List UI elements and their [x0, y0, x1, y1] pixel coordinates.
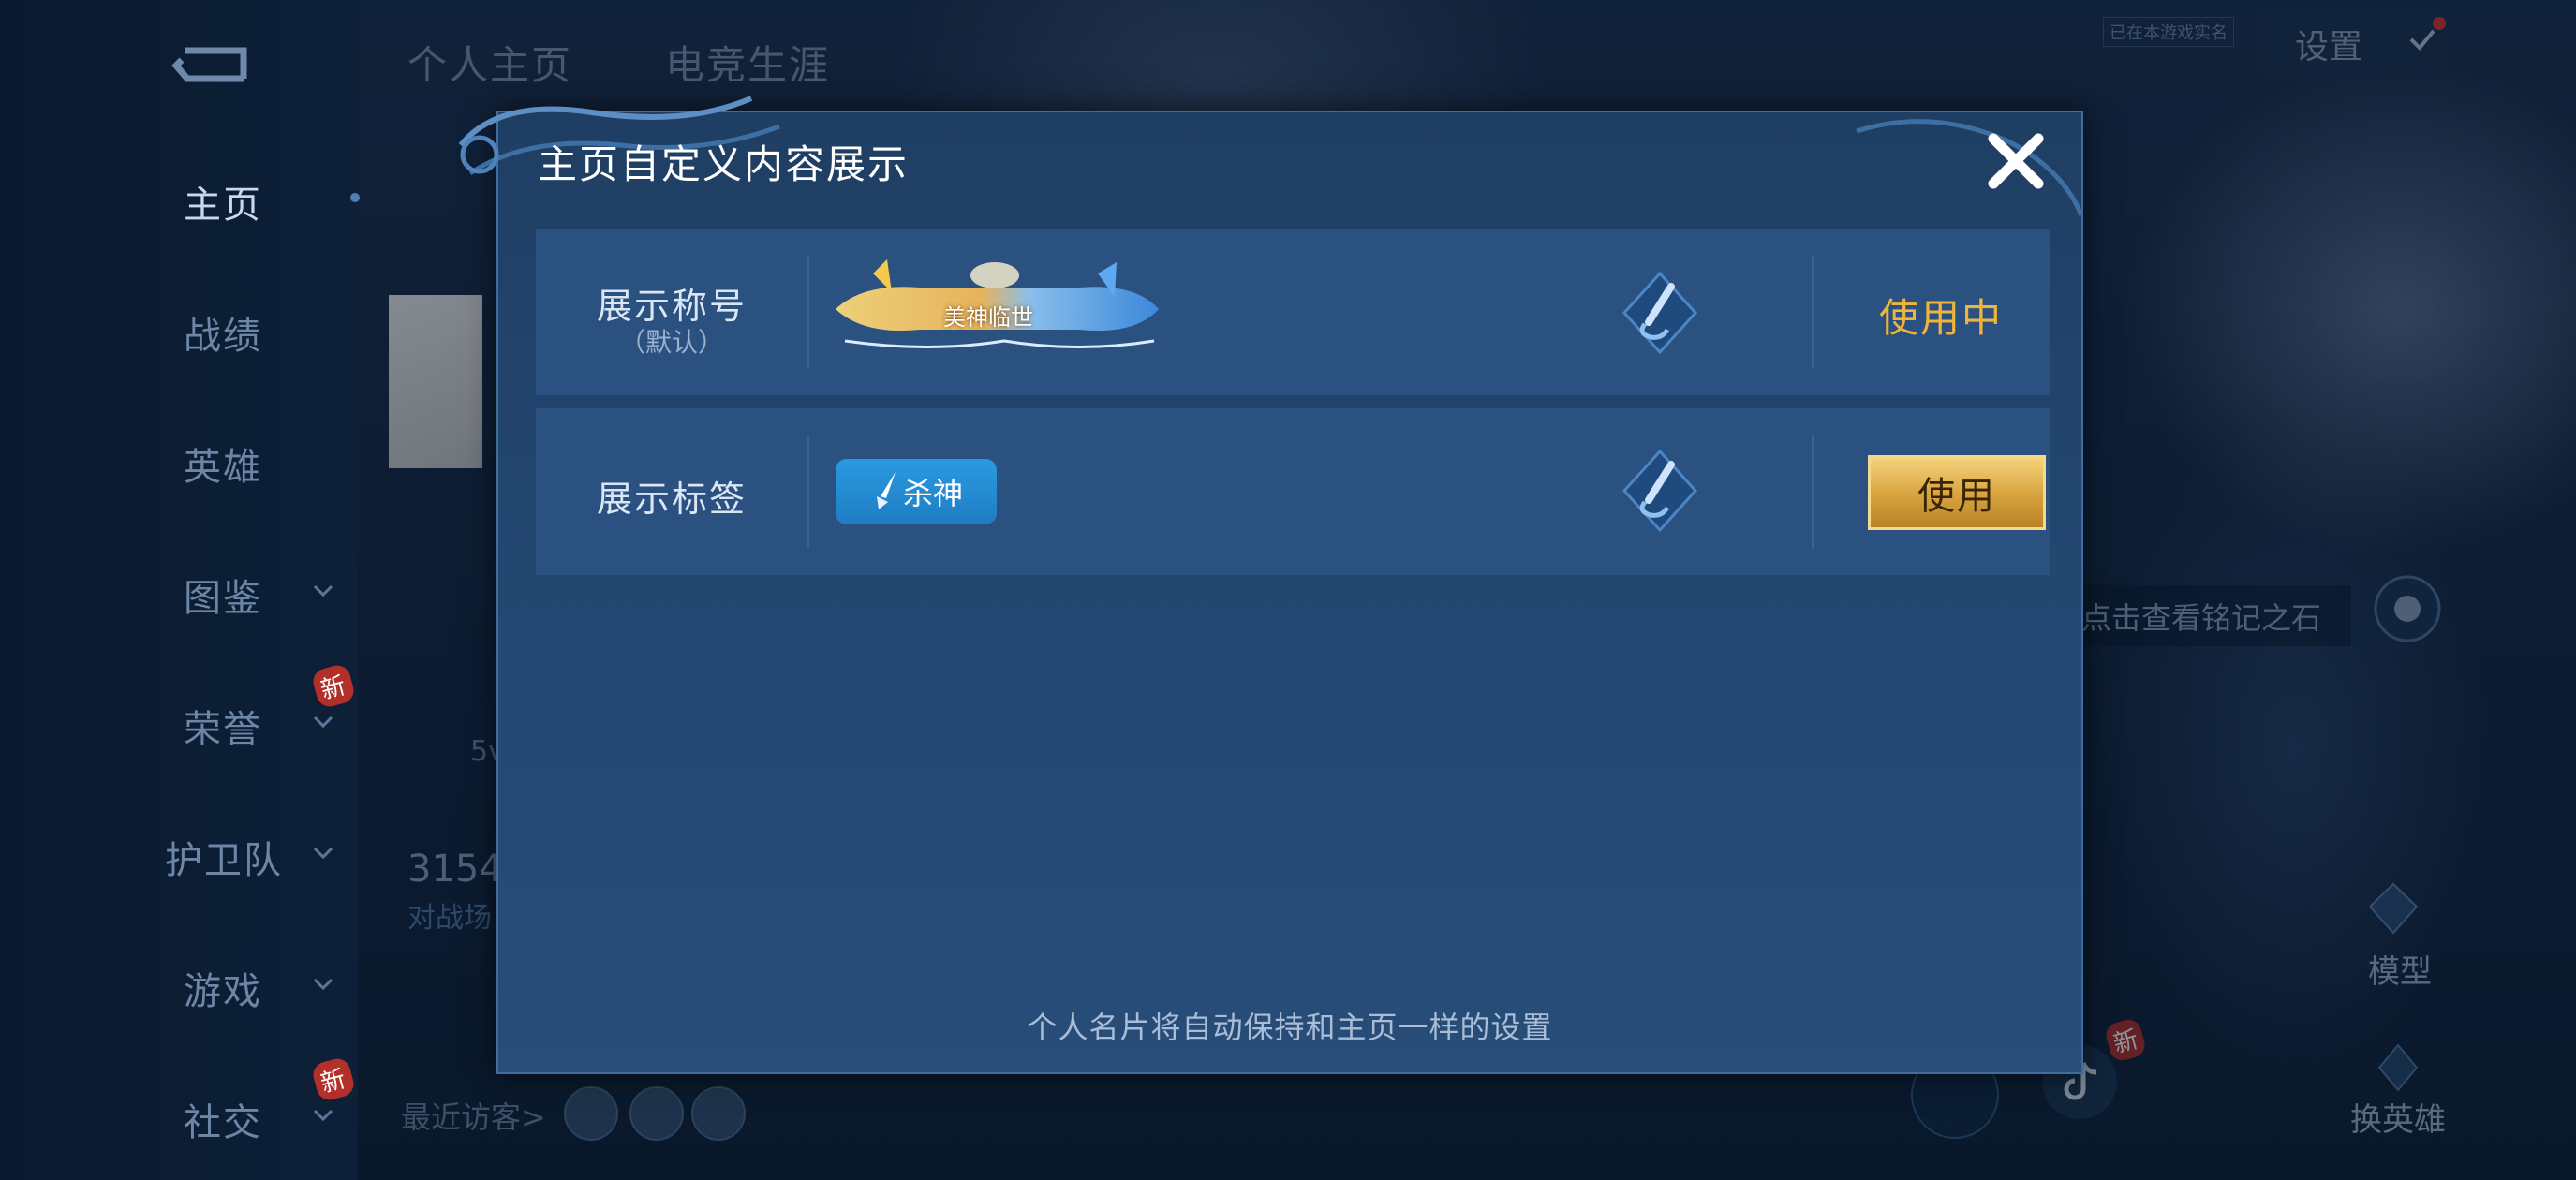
title-badge-text: 美神临世	[943, 304, 1033, 331]
close-icon[interactable]	[1978, 124, 2053, 199]
new-badge: 新	[310, 662, 357, 710]
sidebar-item-home[interactable]: 主页	[0, 159, 360, 234]
dagger-icon	[877, 472, 896, 509]
sidebar-item-honor[interactable]: 荣誉 新	[0, 662, 358, 759]
sidebar-item-social[interactable]: 社交 新	[0, 1055, 358, 1152]
cloud-swirl-decoration	[1856, 119, 2084, 216]
tag-chip: 杀神	[836, 459, 997, 524]
new-badge: 新	[310, 1055, 357, 1103]
sidebar-item-label: 英雄	[184, 446, 262, 489]
divider	[1812, 435, 1814, 549]
edit-brush-icon[interactable]	[1613, 444, 1707, 538]
custom-display-modal: 主页自定义内容展示 展示称号 （默认） 美神临世 使用中 展示标签 杀神 使用 …	[458, 96, 2084, 1074]
sidebar-item-game[interactable]: 游戏	[0, 946, 358, 1021]
modal-title: 主页自定义内容展示	[538, 141, 910, 187]
sidebar-item-label: 荣誉	[184, 708, 262, 751]
active-indicator	[350, 193, 360, 202]
sidebar-item-label: 战绩	[184, 315, 262, 358]
back-icon[interactable]	[169, 37, 253, 94]
sidebar-item-label: 图鉴	[184, 577, 262, 620]
sidebar-item-label: 护卫队	[165, 839, 283, 882]
row-label: 展示称号	[596, 286, 747, 327]
modal-header: 主页自定义内容展示	[458, 96, 2084, 216]
sidebar-item-label: 社交	[184, 1101, 262, 1144]
chevron-down-icon	[313, 847, 333, 860]
chevron-down-icon	[313, 584, 333, 597]
chevron-down-icon	[313, 978, 333, 991]
display-title-row: 展示称号 （默认） 美神临世 使用中	[536, 229, 2050, 395]
in-use-status: 使用中	[1878, 295, 2003, 341]
row-sublabel: （默认）	[618, 327, 724, 358]
sidebar-item-guard[interactable]: 护卫队	[0, 815, 358, 890]
display-tag-row: 展示标签 杀神 使用	[536, 408, 2050, 575]
sidebar-item-collection[interactable]: 图鉴	[0, 553, 358, 627]
use-button[interactable]: 使用	[1868, 455, 2046, 530]
sidebar-item-label: 游戏	[184, 970, 262, 1013]
divider	[807, 255, 809, 369]
sidebar-item-label: 主页	[184, 184, 262, 227]
divider	[1812, 255, 1814, 369]
row-label: 展示标签	[596, 479, 747, 520]
edit-brush-icon[interactable]	[1613, 266, 1707, 360]
sidebar-item-heroes[interactable]: 英雄	[0, 421, 358, 496]
sidebar-item-record[interactable]: 战绩	[0, 290, 358, 365]
footer-note: 个人名片将自动保持和主页一样的设置	[1027, 1010, 1553, 1045]
chevron-down-icon	[313, 1109, 333, 1122]
sidebar: 主页 战绩 英雄 图鉴 荣誉 新 护卫队 游戏 社交 新	[0, 0, 360, 1180]
divider	[807, 435, 809, 549]
chevron-down-icon	[313, 715, 333, 729]
